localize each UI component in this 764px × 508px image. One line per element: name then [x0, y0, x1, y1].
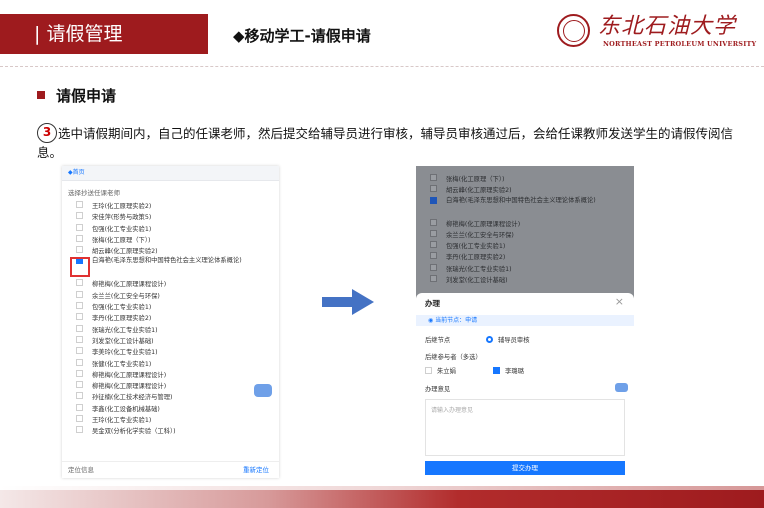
- teacher-item[interactable]: 王玲(化工专业实验1): [76, 415, 279, 426]
- checkbox[interactable]: [76, 324, 83, 332]
- checkbox: [430, 185, 437, 193]
- right-arrow-icon: [322, 289, 374, 315]
- checkbox: [430, 174, 437, 181]
- teacher-item[interactable]: 张瑞光(化工专业实验1): [76, 324, 279, 336]
- checkbox: [430, 241, 437, 249]
- phone-screen-teacher-select: ◆首页 选择抄送任课老师 王玲(化工原理实验2) 宋佳萍(形势与政策5) 包强(…: [62, 166, 279, 478]
- teacher-item[interactable]: 李鑫(化工设备机械基础): [76, 403, 279, 415]
- teacher-item: 张梅(化工原理（下）): [430, 174, 634, 185]
- close-icon[interactable]: ×: [615, 295, 624, 308]
- dialog-title: 办理: [425, 299, 440, 308]
- checkbox: [430, 263, 437, 271]
- instruction-text: 选中请假期间内，自己的任课老师，然后提交给辅导员进行审核，辅导员审核通过后，会给…: [37, 126, 734, 160]
- teacher-item-checked: 白海艳(毛泽东思想和中国特色社会主义理论体系概论): [430, 196, 634, 219]
- checkbox[interactable]: [76, 302, 83, 310]
- checkbox: [430, 229, 437, 237]
- checkbox[interactable]: [76, 313, 83, 321]
- checkbox[interactable]: [76, 392, 83, 400]
- location-footer: 定位信息 重新定位: [62, 461, 279, 478]
- teacher-item: 李丹(化工原理实验2): [430, 252, 634, 263]
- teacher-item: 余兰兰(化工安全与环保): [430, 229, 634, 241]
- participants-label: 后继参与者（多选）: [425, 354, 482, 361]
- teacher-item[interactable]: 李丹(化工原理实验2): [76, 313, 279, 324]
- footer-stripe: [0, 490, 764, 508]
- university-seal-icon: [557, 14, 590, 47]
- participant-name-1: 朱立娟: [437, 368, 456, 375]
- home-nav-bar[interactable]: ◆首页: [62, 166, 279, 181]
- teacher-item[interactable]: 包强(化工专业实验1): [76, 302, 279, 313]
- teacher-item[interactable]: 胡云峰(化工原理实验2): [76, 246, 279, 257]
- current-node-row: ◉ 当前节点：申请: [416, 315, 634, 326]
- checkbox[interactable]: [76, 426, 83, 434]
- teacher-item-checked[interactable]: 白海艳(毛泽东思想和中国特色社会主义理论体系概论): [76, 257, 279, 279]
- next-node-label: 后继节点: [425, 337, 451, 344]
- teacher-item[interactable]: 李美玲(化工专业实验1): [76, 347, 279, 358]
- checkbox[interactable]: [76, 234, 83, 242]
- teacher-item[interactable]: 王玲(化工原理实验2): [76, 201, 279, 212]
- phone-screen-submit-dialog: 张梅(化工原理（下）) 胡云峰(化工原理实验2) 白海艳(毛泽东思想和中国特色社…: [416, 166, 634, 478]
- opinion-textarea[interactable]: 请输入办理意见: [425, 399, 625, 456]
- checkbox[interactable]: [76, 415, 83, 423]
- checkbox[interactable]: [76, 290, 83, 298]
- checkbox[interactable]: [76, 369, 83, 377]
- step-badge: 3: [37, 123, 57, 143]
- teacher-item: 刘发堂(化工设计基础): [430, 275, 634, 286]
- checkbox[interactable]: [76, 347, 83, 355]
- teacher-item[interactable]: 宋佳萍(形势与政策5): [76, 212, 279, 223]
- checkbox[interactable]: [76, 201, 83, 208]
- highlight-box: [70, 257, 90, 277]
- teacher-select-caption: 选择抄送任课老师: [68, 189, 120, 197]
- location-label: 定位信息: [68, 466, 94, 474]
- checkbox[interactable]: [76, 335, 83, 343]
- checkbox: [430, 275, 437, 283]
- teacher-item: 柳艳梅(化工原理课程设计): [430, 218, 634, 230]
- teacher-list: 王玲(化工原理实验2) 宋佳萍(形势与政策5) 包强(化工专业实验1) 张梅(化…: [62, 201, 279, 438]
- teacher-item[interactable]: 柳艳梅(化工原理课程设计): [76, 381, 279, 392]
- teacher-item: 张瑞光(化工专业实验1): [430, 263, 634, 275]
- header-divider: [0, 66, 764, 67]
- teacher-item[interactable]: 张梅(化工原理（下）): [76, 234, 279, 246]
- teacher-item[interactable]: 孙征楠(化工技术经济与管理): [76, 392, 279, 403]
- checkbox[interactable]: [76, 403, 83, 411]
- checkbox[interactable]: [76, 246, 83, 254]
- teacher-item[interactable]: 余兰兰(化工安全与环保): [76, 290, 279, 302]
- university-logo-text: 东北石油大学: [598, 14, 737, 39]
- checkbox: [430, 252, 437, 260]
- relocate-link[interactable]: 重新定位: [243, 462, 269, 478]
- university-logo-en: NORTHEAST PETROLEUM UNIVERSITY: [603, 40, 757, 48]
- checkbox[interactable]: [76, 358, 83, 366]
- teacher-item[interactable]: 刘发堂(化工设计基础): [76, 335, 279, 347]
- checkbox[interactable]: [76, 212, 83, 220]
- checkbox: [430, 218, 437, 226]
- teacher-item[interactable]: 包强(化工专业实验1): [76, 223, 279, 235]
- section-bullet-icon: [37, 91, 45, 99]
- teacher-list-dimmed: 张梅(化工原理（下）) 胡云峰(化工原理实验2) 白海艳(毛泽东思想和中国特色社…: [416, 166, 634, 286]
- teacher-item: 胡云峰(化工原理实验2): [430, 185, 634, 196]
- teacher-item[interactable]: 张健(化工专业实验1): [76, 358, 279, 370]
- opinion-template-button[interactable]: [615, 383, 628, 392]
- submit-button[interactable]: 提交办理: [425, 461, 625, 475]
- section-title: 请假申请: [56, 87, 117, 105]
- checkbox[interactable]: [76, 279, 83, 287]
- checkbox[interactable]: [76, 223, 83, 231]
- opinion-label: 办理意见: [425, 386, 451, 393]
- checkbox-checked: [430, 196, 437, 204]
- next-node-value: 辅导员审核: [498, 337, 530, 344]
- teacher-item: 包强(化工专业实验1): [430, 241, 634, 252]
- header-title: | 请假管理: [34, 23, 123, 45]
- teacher-item[interactable]: 柳艳梅(化工原理课程设计): [76, 369, 279, 381]
- next-node-radio[interactable]: [486, 336, 493, 343]
- floating-action-button[interactable]: [254, 384, 272, 397]
- handle-dialog: 办理 × ◉ 当前节点：申请 后继节点 辅导员审核 后继参与者（多选） 朱立娟 …: [416, 293, 634, 478]
- teacher-item[interactable]: 吴金双(分析化学实验（工科）): [76, 426, 279, 437]
- checkbox[interactable]: [76, 381, 83, 389]
- participant-checkbox-2[interactable]: [493, 367, 500, 374]
- header-subtitle: ◆移动学工-请假申请: [233, 27, 371, 45]
- participant-checkbox-1[interactable]: [425, 367, 432, 374]
- participant-name-2: 李璐璐: [505, 368, 524, 375]
- teacher-item[interactable]: 柳艳梅(化工原理课程设计): [76, 279, 279, 290]
